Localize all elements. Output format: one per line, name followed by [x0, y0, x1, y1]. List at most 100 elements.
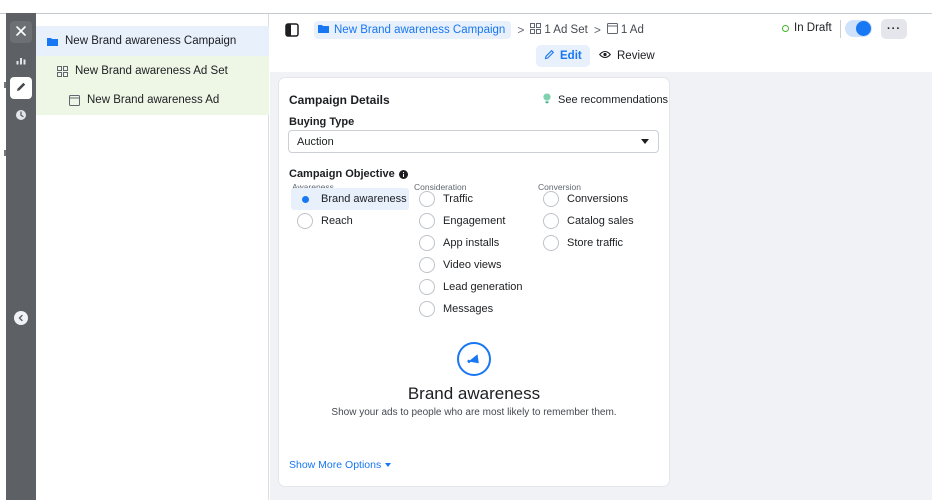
edge-marker [4, 150, 6, 156]
toggle-knob [856, 21, 871, 36]
ad-icon [67, 93, 81, 107]
radio-unselected[interactable] [543, 235, 559, 251]
tree-item-ad[interactable]: New Brand awareness Ad [36, 85, 269, 115]
breadcrumb-ad[interactable]: 1 Ad [606, 23, 644, 37]
tree-item-label: New Brand awareness Campaign [65, 35, 237, 47]
objective-option-reach[interactable]: Reach [297, 210, 353, 232]
objective-option-label: Engagement [443, 215, 506, 227]
radio-unselected[interactable] [419, 301, 435, 317]
info-icon[interactable] [398, 169, 408, 179]
header-divider [840, 20, 841, 38]
campaign-objective-text: Campaign Objective [289, 168, 395, 180]
card-title: Campaign Details [289, 93, 390, 107]
caret-down-icon [641, 139, 649, 144]
grid-icon [55, 64, 69, 78]
bar-chart-icon [15, 54, 27, 69]
folder-icon [318, 24, 329, 36]
breadcrumb-ad-label: 1 Ad [620, 24, 644, 36]
pencil-icon [15, 81, 27, 96]
objective-summary-description: Show your ads to people who are most lik… [331, 407, 617, 418]
history-button[interactable] [10, 105, 32, 127]
objective-option-engagement[interactable]: Engagement [419, 210, 505, 232]
breadcrumb-campaign-label: New Brand awareness Campaign [334, 24, 506, 36]
objective-option-conversions[interactable]: Conversions [543, 188, 628, 210]
lightbulb-icon [543, 93, 558, 107]
breadcrumb-separator: > [593, 23, 601, 37]
objective-option-lead-generation[interactable]: Lead generation [419, 276, 523, 298]
objective-summary-title: Brand awareness [407, 384, 541, 403]
caret-down-icon [385, 463, 392, 467]
breadcrumb-adset[interactable]: 1 Ad Set [530, 23, 588, 37]
chevron-left-icon [17, 311, 25, 325]
tab-review[interactable]: Review [595, 45, 659, 67]
ad-icon [606, 23, 621, 37]
radio-unselected[interactable] [419, 191, 435, 207]
objective-option-label: Store traffic [567, 237, 624, 249]
objective-option-label: Brand awareness [321, 193, 407, 205]
breadcrumb-adset-label: 1 Ad Set [544, 24, 588, 36]
radio-unselected[interactable] [543, 191, 559, 207]
folder-icon [45, 34, 59, 48]
tree-item-label: New Brand awareness Ad [87, 94, 220, 106]
buying-type-select[interactable]: Auction [288, 130, 659, 153]
see-recommendations-label: See recommendations [558, 94, 669, 106]
radio-unselected[interactable] [419, 235, 435, 251]
campaign-tree: New Brand awareness Campaign New Brand a… [36, 14, 269, 500]
campaign-toggle[interactable] [845, 20, 872, 37]
objective-option-label: Conversions [567, 193, 629, 205]
radio-unselected[interactable] [419, 257, 435, 273]
close-icon [15, 25, 27, 40]
collapse-panel-button[interactable] [14, 311, 28, 325]
objective-option-label: Lead generation [443, 281, 523, 293]
objective-option-brand-awareness[interactable]: Brand awareness [291, 188, 409, 210]
status-badge: In Draft [782, 22, 832, 34]
status-label: In Draft [794, 22, 832, 34]
show-more-options-link[interactable]: Show More Options [289, 459, 392, 471]
side-panel-icon[interactable] [285, 23, 299, 37]
editor-header: New Brand awareness Campaign > 1 Ad Set … [270, 14, 932, 72]
tree-item-campaign[interactable]: New Brand awareness Campaign [36, 26, 269, 56]
radio-unselected[interactable] [419, 213, 435, 229]
objective-option-video-views[interactable]: Video views [419, 254, 502, 276]
tree-item-adset[interactable]: New Brand awareness Ad Set [36, 56, 269, 86]
grid-icon [530, 23, 544, 37]
campaign-details-card: Campaign Details See recommendations Buy… [279, 78, 669, 486]
campaign-objective-label: Campaign Objective [289, 168, 408, 180]
breadcrumb-separator: > [517, 23, 525, 37]
objective-option-label: Reach [321, 215, 353, 227]
tab-edit-label: Edit [560, 50, 582, 62]
see-recommendations-link[interactable]: See recommendations [543, 93, 668, 107]
more-options-button[interactable]: ··· [881, 19, 907, 39]
tab-edit[interactable]: Edit [536, 45, 590, 67]
edge-marker [4, 82, 6, 88]
objective-option-label: App installs [443, 237, 500, 249]
eye-icon [598, 50, 617, 62]
radio-unselected[interactable] [297, 213, 313, 229]
tab-review-label: Review [617, 50, 655, 62]
objective-option-messages[interactable]: Messages [419, 298, 493, 320]
objective-option-traffic[interactable]: Traffic [419, 188, 473, 210]
editor-main: Campaign Details See recommendations Buy… [270, 72, 932, 500]
radio-unselected[interactable] [419, 279, 435, 295]
edit-mode-button[interactable] [10, 77, 32, 99]
objective-option-app-installs[interactable]: App installs [419, 232, 499, 254]
objective-option-label: Traffic [443, 193, 473, 205]
close-button[interactable] [10, 21, 32, 43]
radio-selected[interactable] [297, 191, 313, 207]
radio-unselected[interactable] [543, 213, 559, 229]
reporting-button[interactable] [10, 50, 32, 72]
megaphone-icon [457, 342, 491, 376]
pencil-icon [544, 49, 560, 63]
objective-option-label: Catalog sales [567, 215, 634, 227]
clock-icon [15, 109, 27, 124]
draft-status-icon [782, 24, 789, 32]
objective-option-label: Messages [443, 303, 494, 315]
show-more-label: Show More Options [289, 459, 382, 471]
objective-option-store-traffic[interactable]: Store traffic [543, 232, 623, 254]
tree-item-label: New Brand awareness Ad Set [75, 65, 228, 77]
left-rail [6, 13, 36, 500]
breadcrumb-campaign[interactable]: New Brand awareness Campaign [314, 21, 512, 39]
breadcrumb: New Brand awareness Campaign > 1 Ad Set … [314, 19, 644, 41]
buying-type-value: Auction [297, 135, 334, 148]
objective-option-catalog-sales[interactable]: Catalog sales [543, 210, 634, 232]
